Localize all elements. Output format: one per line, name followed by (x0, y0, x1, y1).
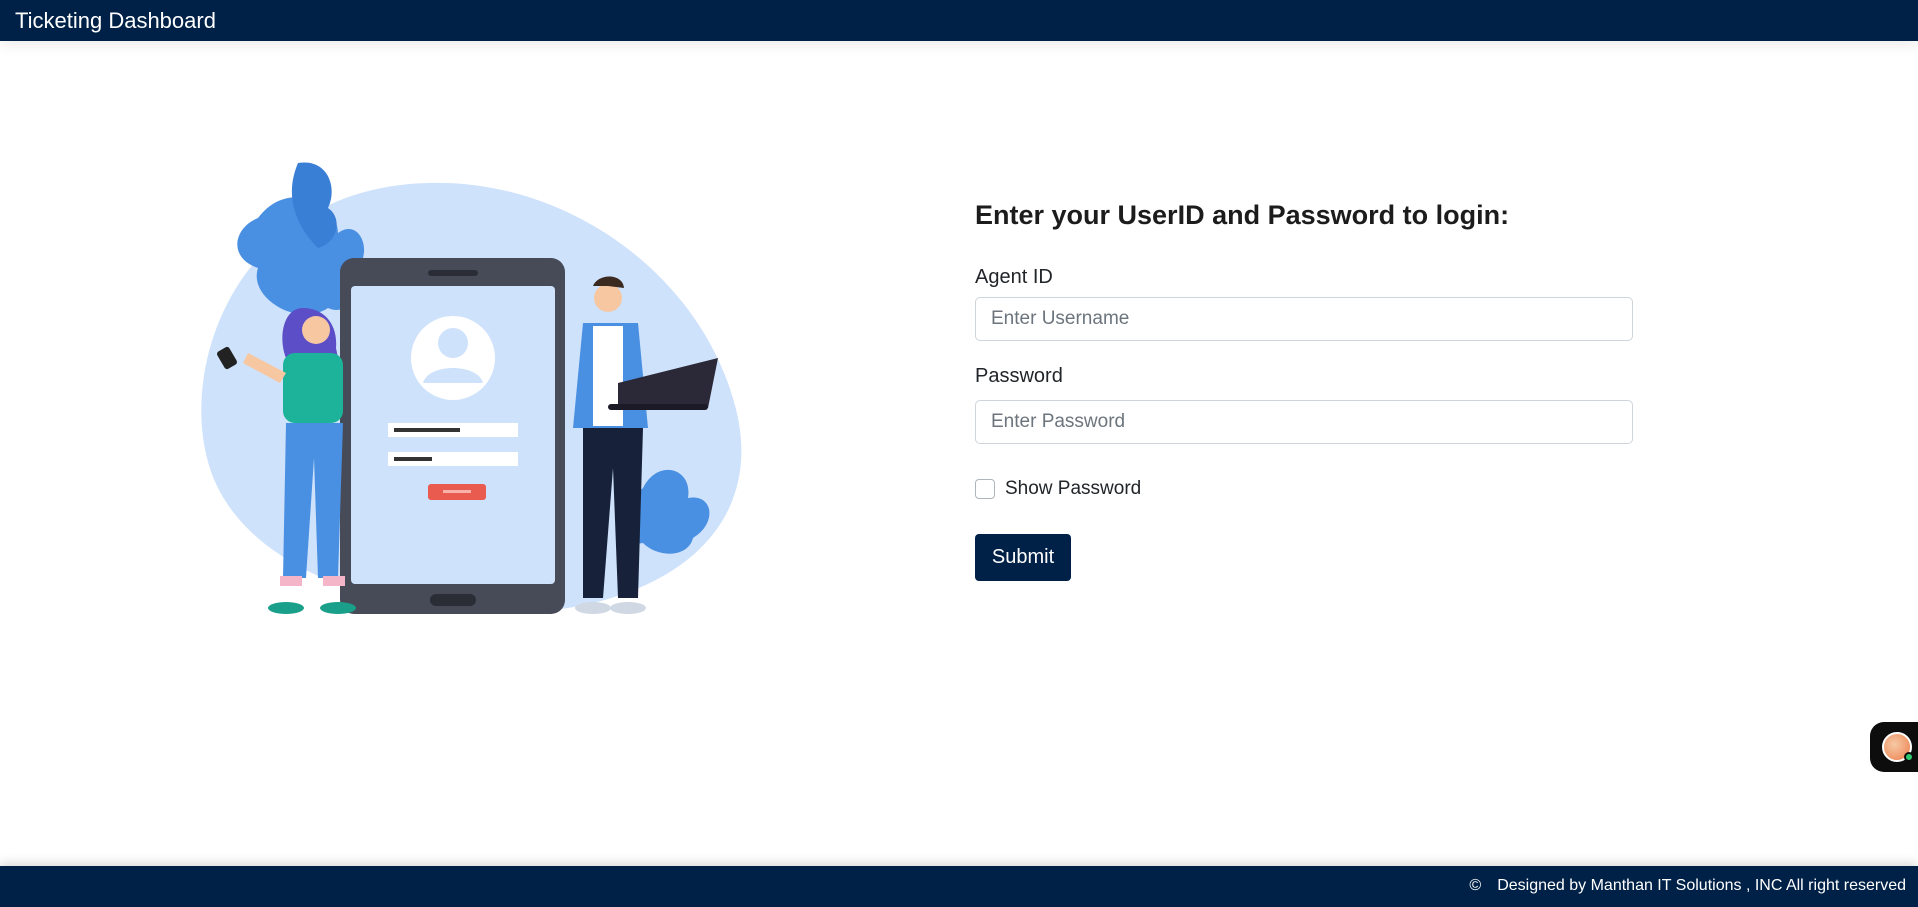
top-navbar: Ticketing Dashboard (0, 0, 1918, 41)
password-input[interactable] (975, 400, 1633, 444)
footer: © Designed by Manthan IT Solutions , INC… (0, 866, 1918, 907)
submit-button[interactable]: Submit (975, 534, 1071, 581)
password-label: Password (975, 365, 1063, 387)
show-password-toggle[interactable]: Show Password (975, 478, 1141, 500)
copyright-icon: © (1469, 877, 1482, 894)
footer-content: © Designed by Manthan IT Solutions , INC… (1469, 877, 1906, 895)
app-title[interactable]: Ticketing Dashboard (15, 8, 216, 34)
show-password-label[interactable]: Show Password (1005, 478, 1141, 500)
username-input[interactable] (975, 297, 1633, 341)
chat-widget-button[interactable] (1870, 722, 1918, 772)
agent-id-label: Agent ID (975, 266, 1053, 288)
login-illustration (188, 158, 748, 628)
login-form: Enter your UserID and Password to login:… (975, 200, 1635, 581)
show-password-checkbox[interactable] (975, 479, 995, 499)
login-heading: Enter your UserID and Password to login: (975, 200, 1510, 230)
footer-text: Designed by Manthan IT Solutions , INC A… (1497, 877, 1906, 894)
online-status-icon (1904, 752, 1914, 762)
